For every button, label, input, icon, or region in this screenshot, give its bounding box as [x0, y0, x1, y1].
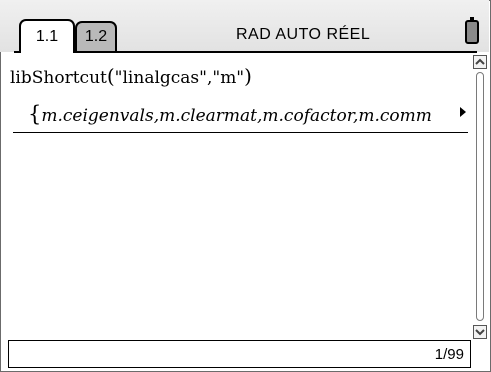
scrollbar-track[interactable]	[476, 72, 484, 321]
close-paren: )	[244, 64, 252, 88]
mode-settings-text: RAD AUTO RÉEL	[236, 26, 371, 43]
up-arrow-icon[interactable]	[473, 55, 487, 69]
calculator-work-area[interactable]	[10, 53, 470, 338]
down-arrow-icon[interactable]	[473, 325, 487, 339]
status-bar: 1/99	[8, 340, 471, 368]
entry-separator	[13, 132, 468, 133]
tab-label: 1.1	[35, 28, 59, 45]
open-paren: (	[106, 64, 115, 88]
open-brace: {	[28, 102, 42, 126]
top-bar: 1.2 1.1 RAD AUTO RÉEL	[0, 0, 489, 53]
tab-label: 1.2	[84, 28, 108, 45]
function-name: libShortcut	[10, 68, 107, 88]
tab-1-2[interactable]: 1.2	[75, 21, 117, 51]
battery-icon	[465, 17, 479, 44]
entry-output-line[interactable]: {m.ceigenvals,m.clearmat,m.cofactor,m.co…	[28, 102, 465, 126]
function-arguments: "linalgcas","m"	[114, 68, 245, 88]
page-indicator: 1/99	[434, 346, 464, 363]
entry-input-line[interactable]: libShortcut("linalgcas","m")	[10, 64, 252, 88]
result-list: m.ceigenvals,m.clearmat,m.cofactor,m.com…	[41, 106, 432, 126]
right-arrow-icon[interactable]	[460, 107, 466, 117]
tab-1-1[interactable]: 1.1	[19, 19, 75, 53]
